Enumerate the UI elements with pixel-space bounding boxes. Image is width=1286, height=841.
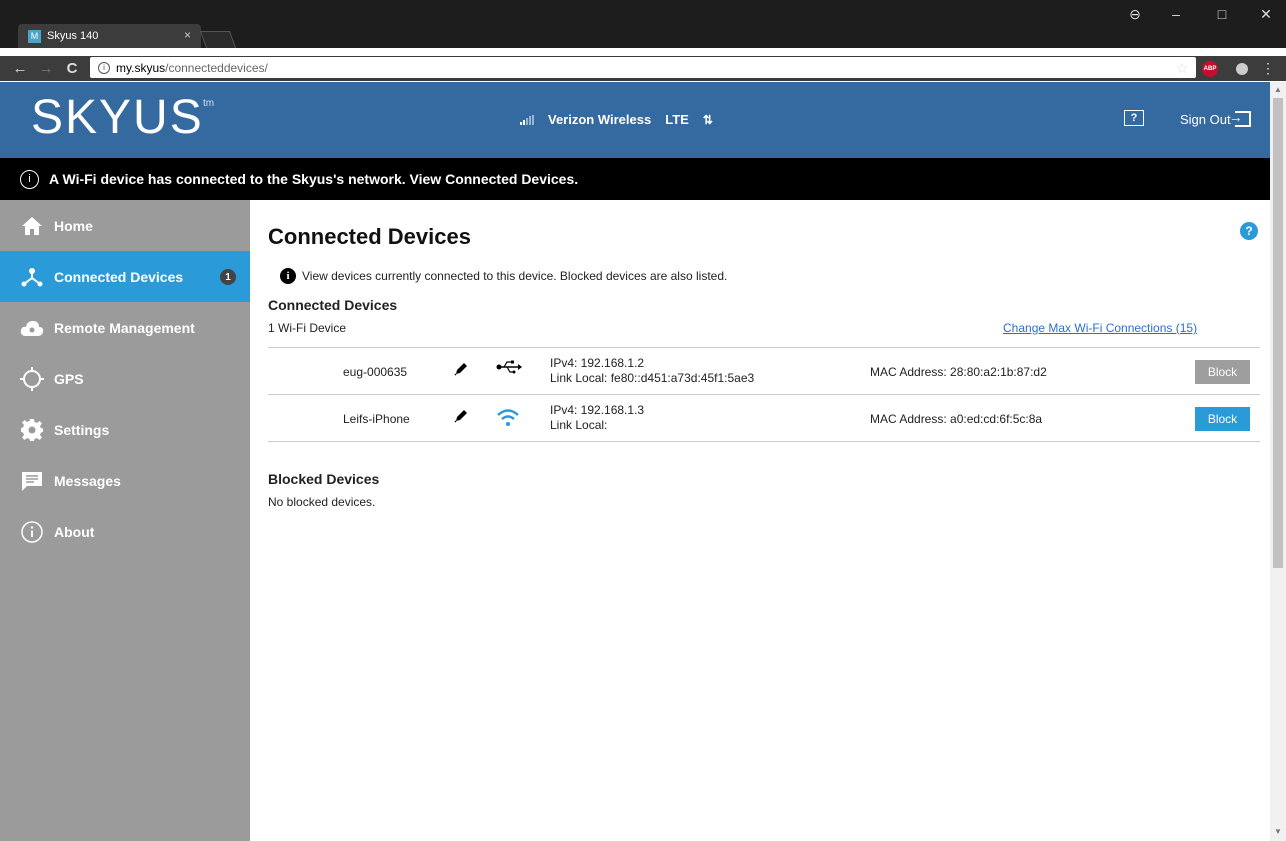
scroll-down-icon[interactable]: ▼ <box>1274 827 1282 836</box>
scroll-up-icon[interactable]: ▲ <box>1274 85 1282 94</box>
scrollbar-thumb[interactable] <box>1273 98 1283 568</box>
skyus-favicon-icon: M <box>28 29 41 43</box>
blocked-devices-heading: Blocked Devices <box>268 471 380 487</box>
change-max-connections-link[interactable]: Change Max Wi-Fi Connections (15) <box>1003 321 1197 335</box>
app-header: SKYUS tm Verizon Wireless LTE ⇅ ? Sign O… <box>0 82 1270 158</box>
info-circle-icon <box>18 520 46 544</box>
info-message: i View devices currently connected to th… <box>280 268 727 284</box>
table-row: eug-000635 IPv4: 192.168.1.2 Link Local:… <box>268 348 1260 395</box>
sidebar-item-about[interactable]: About <box>0 506 250 557</box>
page-scrollbar[interactable]: ▲ ▼ <box>1270 82 1286 841</box>
network-type: LTE <box>665 112 689 127</box>
skyus-logo: SKYUS <box>31 91 204 144</box>
signal-strength-icon <box>520 114 534 125</box>
usb-icon <box>496 360 522 377</box>
sign-out-label: Sign Out <box>1180 111 1231 127</box>
crosshair-icon <box>18 366 46 391</box>
bookmark-star-icon[interactable]: ☆ <box>1172 56 1192 81</box>
notification-banner[interactable]: i A Wi-Fi device has connected to the Sk… <box>0 158 1270 200</box>
sidebar-item-label: Messages <box>54 472 121 489</box>
address-bar-input[interactable]: i my.skyus/connecteddevices/ <box>90 57 1196 78</box>
banner-text: A Wi-Fi device has connected to the Skyu… <box>49 171 579 187</box>
device-ip-info: IPv4: 192.168.1.2 Link Local: fe80::d451… <box>550 356 754 386</box>
device-count: 1 Wi-Fi Device <box>268 321 347 335</box>
sidebar-item-label: Home <box>54 217 93 234</box>
notification-badge: 1 <box>220 269 236 285</box>
sign-out-icon <box>1229 109 1251 127</box>
sidebar-item-connected-devices[interactable]: Connected Devices 1 <box>0 251 250 302</box>
device-name: Leifs-iPhone <box>343 412 410 426</box>
browser-titlebar: M Skyus 140 × ⊖ – □ ✕ <box>0 0 1286 48</box>
link-local-address: Link Local: <box>550 418 608 432</box>
sidebar-item-messages[interactable]: Messages <box>0 455 250 506</box>
table-row: Leifs-iPhone IPv4: 192.168.1.3 Link Loca… <box>268 395 1260 442</box>
sidebar-item-label: GPS <box>54 370 84 387</box>
site-info-icon[interactable]: i <box>98 61 110 74</box>
network-status: Verizon Wireless LTE ⇅ <box>520 112 713 127</box>
sidebar-item-home[interactable]: Home <box>0 200 250 251</box>
home-icon <box>18 214 46 238</box>
main-content: Connected Devices ? i View devices curre… <box>250 200 1270 841</box>
new-tab-button[interactable] <box>199 31 237 48</box>
data-transfer-icon: ⇅ <box>702 112 713 127</box>
sidebar-item-settings[interactable]: Settings <box>0 404 250 455</box>
ipv4-address: IPv4: 192.168.1.3 <box>550 403 645 417</box>
message-icon <box>18 469 46 493</box>
help-button[interactable]: ? <box>1124 110 1144 126</box>
tab-title: Skyus 140 <box>47 30 99 42</box>
link-local-address: Link Local: fe80::d451:a73d:45f1:5ae3 <box>550 371 755 385</box>
help-icon[interactable]: ? <box>1240 222 1258 240</box>
sidebar-item-label: Remote Management <box>54 319 195 336</box>
sidebar: Home Connected Devices 1 Remote Manageme… <box>0 200 250 841</box>
extension-icon <box>1236 62 1248 75</box>
url-host: my.skyus <box>116 60 166 75</box>
info-text: View devices currently connected to this… <box>302 269 728 283</box>
back-arrow-icon[interactable]: ← <box>10 56 30 81</box>
device-name: eug-000635 <box>343 365 408 379</box>
pencil-icon[interactable] <box>454 362 468 380</box>
page-title: Connected Devices <box>268 224 471 249</box>
pencil-icon[interactable] <box>454 409 468 427</box>
adblock-icon: ABP <box>1202 60 1218 77</box>
sign-out-button[interactable]: Sign Out <box>1180 109 1251 127</box>
sidebar-item-gps[interactable]: GPS <box>0 353 250 404</box>
extension-button[interactable] <box>1232 56 1252 81</box>
close-window-button[interactable]: ✕ <box>1248 0 1284 28</box>
connected-devices-heading: Connected Devices <box>268 297 398 313</box>
reload-icon[interactable]: C <box>62 56 82 81</box>
sidebar-item-label: About <box>54 523 95 540</box>
block-button[interactable]: Block <box>1195 407 1250 431</box>
info-circle-icon: i <box>20 169 39 189</box>
network-nodes-icon <box>18 265 46 289</box>
ipv4-address: IPv4: 192.168.1.2 <box>550 356 645 370</box>
minimize-button[interactable]: – <box>1158 0 1194 28</box>
sidebar-item-remote-management[interactable]: Remote Management <box>0 302 250 353</box>
maximize-button[interactable]: □ <box>1204 0 1240 28</box>
device-ip-info: IPv4: 192.168.1.3 Link Local: <box>550 403 644 433</box>
info-icon: i <box>280 268 296 284</box>
wifi-icon <box>496 407 520 430</box>
cloud-gear-icon <box>18 316 46 340</box>
tab-close-icon[interactable]: × <box>184 28 191 42</box>
browser-tab[interactable]: M Skyus 140 × <box>18 24 201 48</box>
carrier-name: Verizon Wireless <box>548 112 652 127</box>
devices-table: eug-000635 IPv4: 192.168.1.2 Link Local:… <box>268 347 1260 442</box>
logo-trademark: tm <box>203 98 215 109</box>
forward-arrow-icon[interactable]: → <box>36 56 56 81</box>
gear-icon <box>18 418 46 442</box>
no-blocked-message: No blocked devices. <box>268 495 376 509</box>
mac-address: MAC Address: 28:80:a2:1b:87:d2 <box>870 365 1047 379</box>
mac-address: MAC Address: a0:ed:cd:6f:5c:8a <box>870 412 1043 426</box>
sidebar-item-label: Connected Devices <box>54 268 184 285</box>
browser-menu-icon[interactable]: ⋮ <box>1258 56 1278 81</box>
profile-icon[interactable]: ⊖ <box>1117 0 1153 28</box>
url-path: /connecteddevices/ <box>165 60 268 75</box>
sidebar-item-label: Settings <box>54 421 110 438</box>
block-button[interactable]: Block <box>1195 360 1250 384</box>
adblock-extension-button[interactable]: ABP <box>1200 56 1220 81</box>
